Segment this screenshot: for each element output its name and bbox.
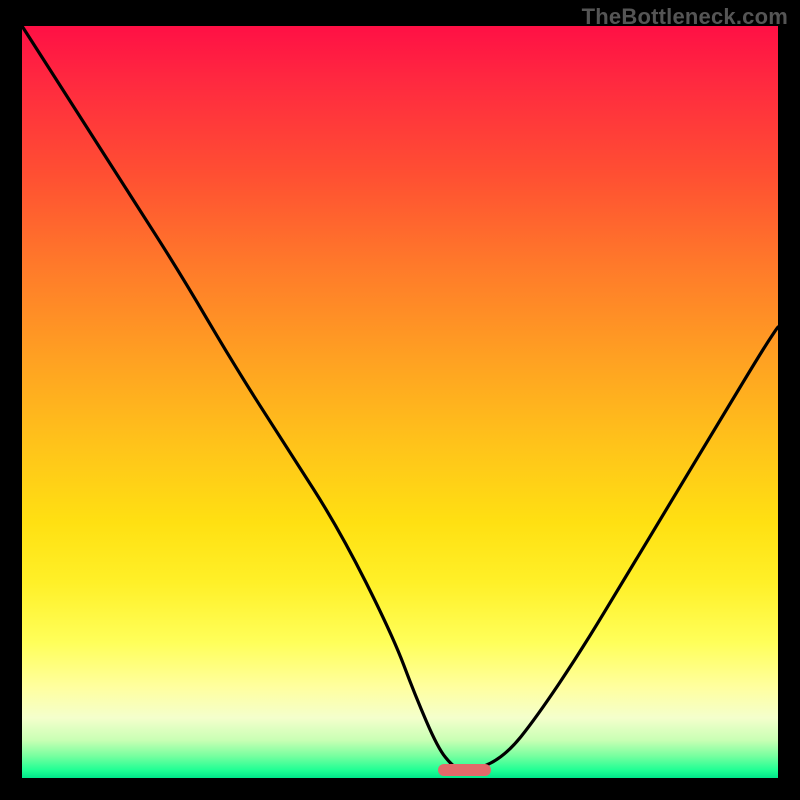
chart-frame: TheBottleneck.com [0,0,800,800]
watermark-text: TheBottleneck.com [582,4,788,30]
plot-area [22,26,778,778]
optimal-range-marker [438,764,491,776]
bottleneck-curve [22,26,778,778]
